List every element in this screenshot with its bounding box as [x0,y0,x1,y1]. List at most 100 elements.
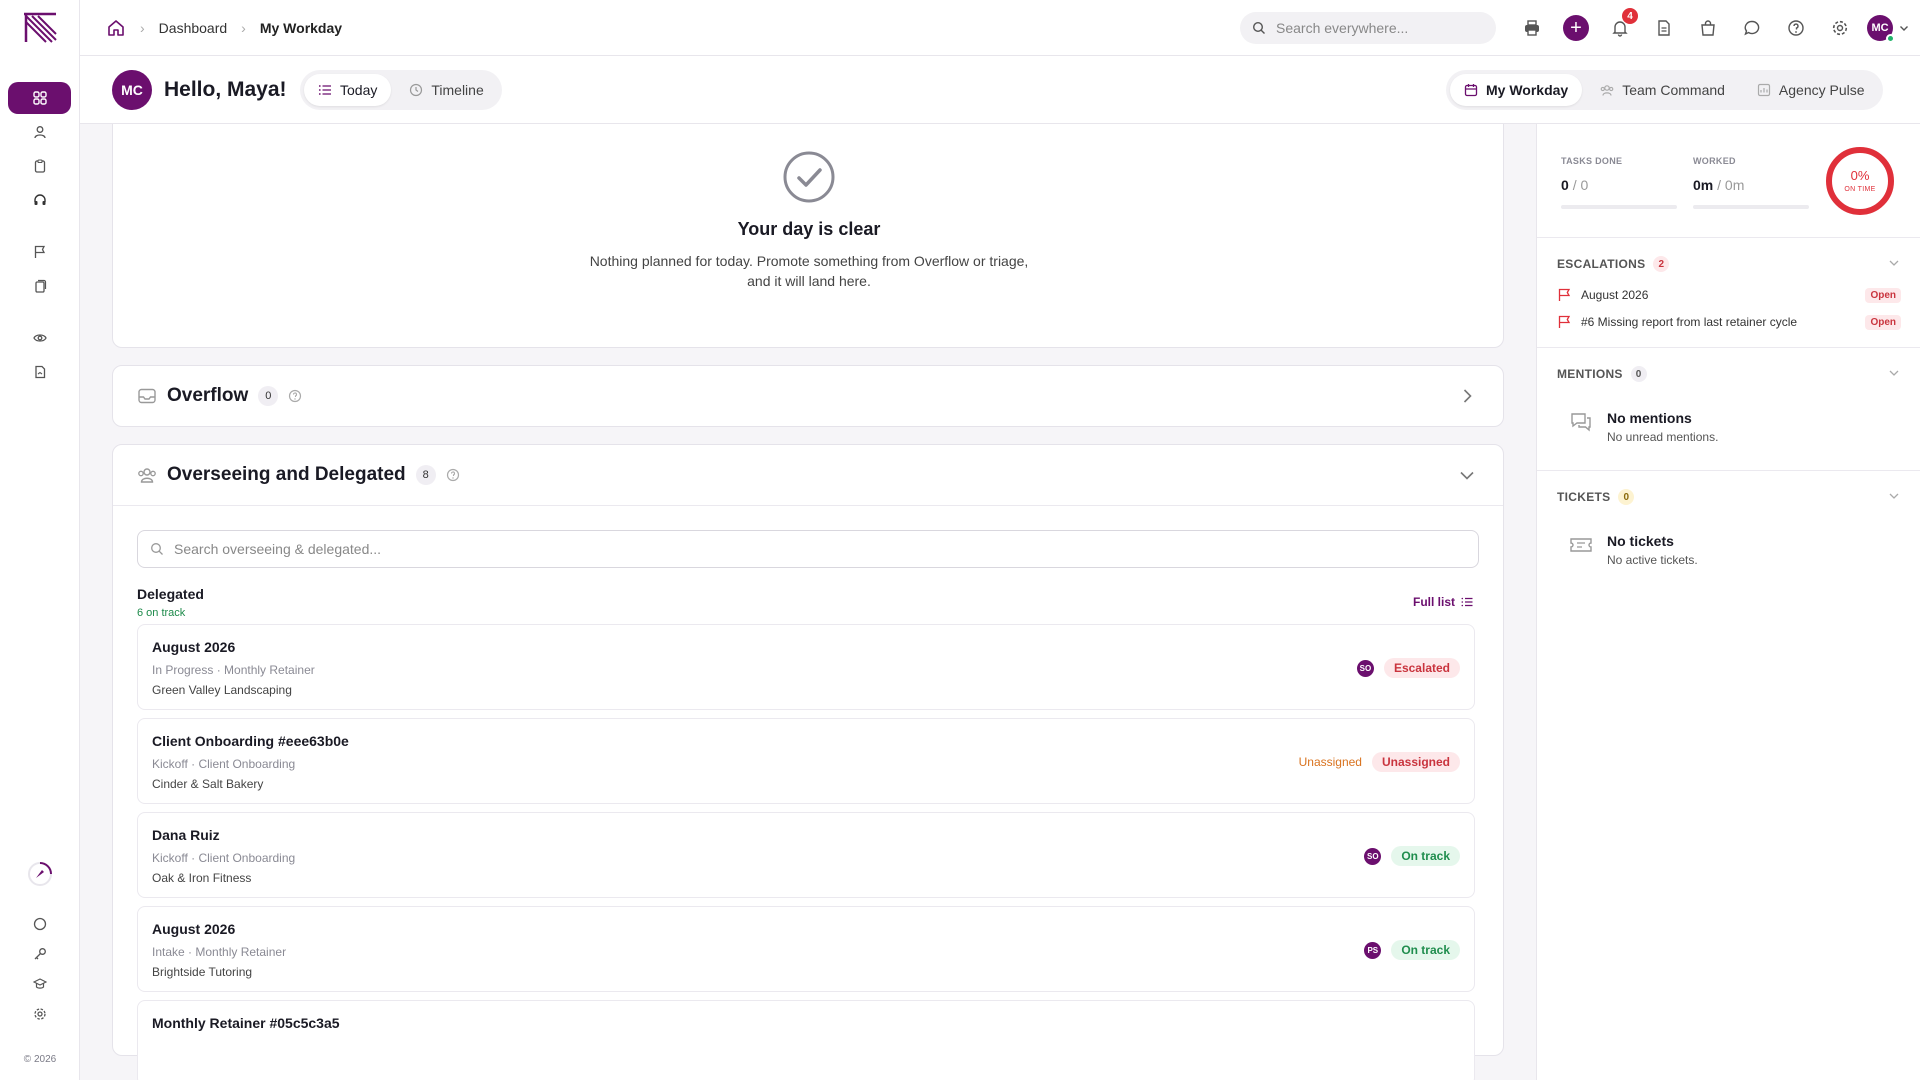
escalation-row[interactable]: #6 Missing report from last retainer cyc… [1557,314,1901,330]
document-icon[interactable] [1642,0,1686,56]
chevron-down-icon[interactable] [1887,256,1901,270]
list-item[interactable]: August 2026 Intake · Monthly Retainer Br… [137,906,1475,992]
assignee-avatar: SO [1364,847,1382,865]
printer-icon[interactable] [1510,0,1554,56]
chevron-right-icon[interactable] [1457,386,1477,406]
nav-settings-icon[interactable] [8,998,71,1030]
item-title: Monthly Retainer #05c5c3a5 [152,1015,340,1031]
nav-rocket-icon[interactable] [8,858,71,890]
tab-my-workday-label: My Workday [1486,82,1569,98]
tab-timeline[interactable]: Timeline [395,74,497,106]
tab-team-command-label: Team Command [1622,82,1725,98]
list-item[interactable]: Monthly Retainer #05c5c3a5 [137,1000,1475,1080]
assignee-avatar: PS [1364,941,1382,959]
status-badge: Escalated [1383,658,1460,678]
tab-my-workday[interactable]: My Workday [1450,74,1583,106]
full-list-label: Full list [1413,595,1455,609]
app-logo-icon[interactable] [22,12,58,44]
help-circle-icon[interactable] [446,468,460,482]
list-icon [1461,596,1473,608]
day-clear-card: Your day is clear Nothing planned for to… [112,124,1504,348]
count-badge: 8 [415,465,436,485]
flag-icon [1557,288,1571,302]
chevron-down-icon[interactable] [1887,366,1901,380]
section-header[interactable]: Overseeing and Delegated 8 [137,445,460,505]
nav-flag-icon[interactable] [8,236,71,268]
chevron-down-icon[interactable] [1887,489,1901,503]
shopping-bag-icon[interactable] [1686,0,1730,56]
global-search[interactable] [1240,12,1496,44]
help-circle-icon[interactable] [288,389,302,403]
nav-dashboard-icon[interactable] [8,82,71,114]
mentions-empty-state: No mentions No unread mentions. [1569,410,1718,444]
top-actions: + 4 MC [1510,0,1914,56]
delegated-search-input[interactable] [174,541,1454,557]
nav-files-icon[interactable] [8,270,71,302]
item-title: Client Onboarding #eee63b0e [152,733,349,749]
nav-learn-icon[interactable] [8,968,71,1000]
main-content: Your day is clear Nothing planned for to… [112,124,1504,1080]
plus-icon: + [1563,15,1589,41]
list-icon [318,83,332,97]
section-title: Overseeing and Delegated [167,464,406,485]
breadcrumb-dashboard[interactable]: Dashboard [159,20,228,36]
nav-clipboard-icon[interactable] [8,150,71,182]
count-badge: 0 [1630,366,1647,382]
team-icon [1600,83,1614,97]
gear-icon[interactable] [1818,0,1862,56]
tab-agency-pulse[interactable]: Agency Pulse [1743,74,1879,106]
tasks-total-value: / 0 [1572,177,1589,193]
count-badge: 0 [258,386,279,406]
full-list-link[interactable]: Full list [1413,595,1473,609]
stats-summary: TASKS DONE 0 / 0 WORKED 0m / 0m 0% ON TI… [1537,124,1920,238]
nav-chat-icon[interactable] [8,908,71,940]
section-header[interactable]: MENTIONS 0 [1557,366,1647,382]
progress-bar [1693,205,1809,209]
nav-user-icon[interactable] [8,116,71,148]
empty-state-line: and it will land here. [747,273,871,289]
item-meta: Kickoff · Client Onboarding [152,851,296,865]
overflow-section[interactable]: Overflow 0 [112,365,1504,427]
ticket-icon [1569,533,1593,557]
tab-today[interactable]: Today [304,74,392,106]
delegated-list: August 2026 In Progress · Monthly Retain… [137,624,1475,1080]
workspace-tabs: My Workday Team Command Agency Pulse [1446,70,1883,110]
inbox-icon [137,386,157,406]
empty-state-line: Nothing planned for today. Promote somet… [589,253,1029,269]
nav-report-icon[interactable] [8,356,71,388]
notifications-button[interactable]: 4 [1598,0,1642,56]
section-header: Overflow 0 [137,366,302,426]
nav-eye-icon[interactable] [8,322,71,354]
empty-description: No unread mentions. [1607,430,1719,444]
user-menu[interactable]: MC [1862,0,1914,56]
list-item[interactable]: August 2026 In Progress · Monthly Retain… [137,624,1475,710]
calendar-icon [1464,83,1478,97]
pulse-icon [1757,83,1771,97]
assignee-text: Unassigned [1298,755,1362,769]
tab-team-command[interactable]: Team Command [1586,74,1739,106]
empty-title: No tickets [1607,533,1674,549]
assignee-avatar: SO [1356,659,1374,677]
list-item[interactable]: Dana Ruiz Kickoff · Client Onboarding Oa… [137,812,1475,898]
delegated-search[interactable] [137,530,1479,568]
escalations-section: ESCALATIONS 2 August 2026 Open #6 Missin… [1537,238,1920,348]
home-icon[interactable] [106,18,126,38]
escalation-row[interactable]: August 2026 Open [1557,287,1901,303]
empty-state-title: Your day is clear [737,219,881,239]
breadcrumb-separator-icon: › [241,20,246,36]
nav-key-icon[interactable] [8,938,71,970]
nav-headset-icon[interactable] [8,184,71,216]
section-header[interactable]: TICKETS 0 [1557,489,1635,505]
chat-icon[interactable] [1730,0,1774,56]
global-search-input[interactable] [1276,20,1476,36]
create-plus-button[interactable]: + [1554,0,1598,56]
page-header: MC Hello, Maya! Today Timeline My Workda… [80,56,1920,124]
avatar: MC [112,70,152,110]
item-meta: Intake · Monthly Retainer [152,945,287,959]
list-item[interactable]: Client Onboarding #eee63b0e Kickoff · Cl… [137,718,1475,804]
item-client: Oak & Iron Fitness [152,871,252,885]
section-header[interactable]: ESCALATIONS 2 [1557,256,1670,272]
help-icon[interactable] [1774,0,1818,56]
search-icon [150,542,164,556]
chevron-down-icon[interactable] [1457,465,1477,485]
